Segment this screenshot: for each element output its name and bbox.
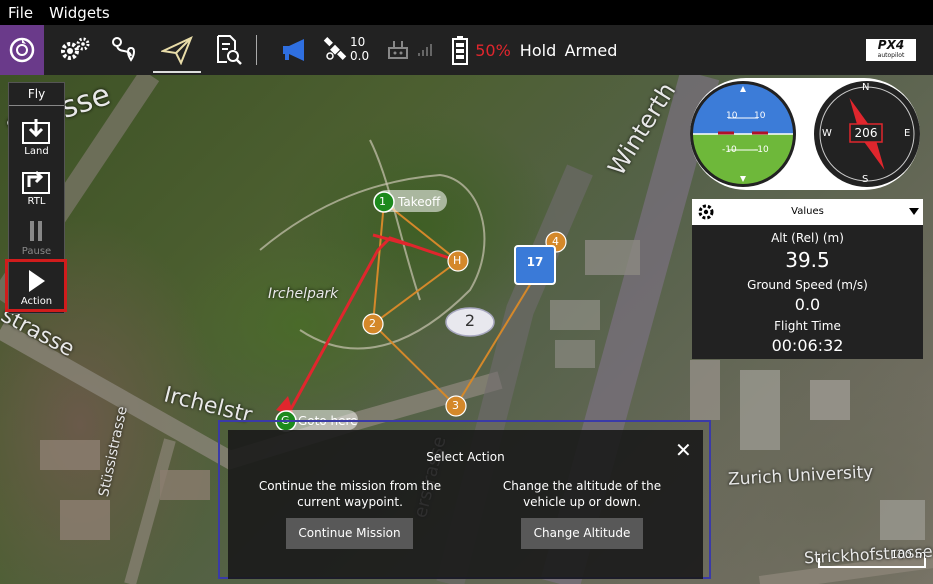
- land-icon: [22, 119, 50, 144]
- action-highlight-box: [5, 259, 67, 312]
- gps-indicator[interactable]: [320, 25, 350, 75]
- pause-label: Pause: [21, 246, 52, 257]
- analyze-document-icon: [217, 35, 242, 65]
- map-scale: 100 m: [818, 548, 926, 568]
- building: [550, 300, 600, 330]
- plan-button[interactable]: [106, 25, 146, 75]
- paper-plane-icon: [161, 36, 193, 65]
- map-label-irchelpark: Irchelpark: [268, 286, 339, 302]
- pitch-mark-10-left: 10: [726, 111, 738, 121]
- compass-n: N: [862, 82, 870, 93]
- scale-bar-icon: [818, 558, 926, 568]
- compass-e: E: [904, 128, 911, 139]
- satellite-icon: [323, 37, 347, 60]
- values-header-label: Values: [791, 206, 824, 217]
- fly-view-button[interactable]: [155, 25, 199, 75]
- analyze-button[interactable]: [208, 25, 248, 75]
- rc-indicator[interactable]: [384, 25, 412, 75]
- gps-readout: 10 0.0: [350, 35, 369, 63]
- waypoint-3-label: 3: [452, 399, 459, 412]
- pitch-mark-minus10-left: -10: [722, 145, 737, 155]
- px4-logo-subtext: autopilot: [877, 52, 905, 59]
- select-action-dialog: Select Action ✕ Continue the mission fro…: [228, 430, 703, 579]
- menu-widgets[interactable]: Widgets: [49, 4, 110, 22]
- waypoint-home-label: H: [453, 254, 462, 267]
- rtl-icon: [22, 170, 50, 194]
- building: [555, 340, 595, 368]
- land-label: Land: [24, 146, 49, 157]
- menu-file[interactable]: File: [8, 4, 33, 22]
- building: [740, 370, 780, 450]
- attitude-indicator: [693, 84, 793, 184]
- continue-mission-description: Continue the mission from the current wa…: [258, 479, 442, 509]
- road-stuessi: [124, 438, 176, 584]
- change-altitude-description: Change the altitude of the vehicle up or…: [502, 479, 662, 509]
- close-icon[interactable]: ✕: [675, 438, 692, 462]
- instrument-panel: 10 10 -10 -10 206 N E S W: [690, 78, 920, 190]
- menu-bar: File Widgets: [0, 0, 933, 25]
- waypoint-takeoff-tag: Takeoff: [398, 195, 441, 209]
- battery-icon: [452, 36, 468, 65]
- gear-icon[interactable]: [697, 203, 715, 221]
- megaphone-icon: [283, 39, 304, 61]
- pause-icon: [30, 221, 42, 241]
- rc-transmitter-icon: [388, 41, 408, 59]
- sign-17-label: 17: [526, 255, 544, 269]
- building: [810, 380, 850, 420]
- main-toolbar: 10 0.0 50% Hold Armed PX4 autopilot: [0, 25, 933, 75]
- arm-state-indicator[interactable]: Armed: [564, 25, 618, 75]
- alt-label: Alt (Rel) (m): [771, 231, 844, 245]
- compass-w: W: [822, 128, 832, 139]
- active-view-indicator: [153, 71, 201, 73]
- qgc-logo-button[interactable]: [0, 25, 44, 75]
- badge-2-label: 2: [464, 311, 476, 330]
- qgc-logo-icon: [9, 37, 35, 63]
- waypoint-takeoff-number: 1: [379, 195, 386, 208]
- plan-route-icon: [112, 37, 135, 62]
- toolbar-separator: [256, 35, 257, 65]
- settings-gears-button[interactable]: [56, 25, 94, 75]
- land-button[interactable]: Land: [9, 115, 64, 163]
- flight-mode-selector[interactable]: Hold: [520, 25, 556, 75]
- alt-value: 39.5: [785, 248, 830, 272]
- instruments-svg: [690, 81, 920, 187]
- flight-time-label: Flight Time: [774, 319, 841, 333]
- building: [40, 440, 100, 470]
- px4-logo-text: PX4: [877, 38, 905, 52]
- values-header[interactable]: Values: [692, 199, 923, 225]
- gps-satellite-count: 10: [350, 35, 366, 49]
- rc-signal-icon: [416, 25, 434, 75]
- gears-icon: [61, 37, 90, 60]
- rtl-label: RTL: [27, 196, 46, 207]
- change-altitude-button[interactable]: Change Altitude: [521, 518, 643, 549]
- values-panel: Values Alt (Rel) (m) 39.5 Ground Speed (…: [692, 199, 923, 359]
- ground-speed-value: 0.0: [794, 295, 821, 314]
- fly-toolbar-title: Fly: [9, 83, 64, 106]
- building: [690, 360, 720, 420]
- flight-time-value: 00:06:32: [771, 336, 844, 355]
- building: [160, 470, 210, 500]
- mission-path-segment: [372, 201, 385, 325]
- building: [585, 240, 640, 275]
- battery-indicator[interactable]: [448, 25, 472, 75]
- px4-logo: PX4 autopilot: [866, 39, 916, 61]
- battery-percent: 50%: [475, 40, 511, 60]
- pitch-mark-minus10-right: -10: [754, 145, 769, 155]
- chevron-down-icon[interactable]: [909, 208, 919, 216]
- compass-s: S: [862, 174, 869, 185]
- pause-button[interactable]: Pause: [9, 215, 64, 263]
- continue-mission-button[interactable]: Continue Mission: [286, 518, 413, 549]
- rtl-button[interactable]: RTL: [9, 165, 64, 213]
- ground-speed-label: Ground Speed (m/s): [747, 278, 868, 292]
- building: [60, 500, 110, 540]
- heading-value: 206: [854, 126, 878, 140]
- messages-indicator[interactable]: [278, 25, 312, 75]
- dialog-title: Select Action: [426, 450, 505, 464]
- pitch-mark-10-right: 10: [754, 111, 766, 121]
- gps-hdop: 0.0: [350, 49, 370, 63]
- building: [880, 500, 925, 540]
- waypoint-2-label: 2: [369, 317, 376, 330]
- waypoint-4-label: 4: [552, 235, 559, 248]
